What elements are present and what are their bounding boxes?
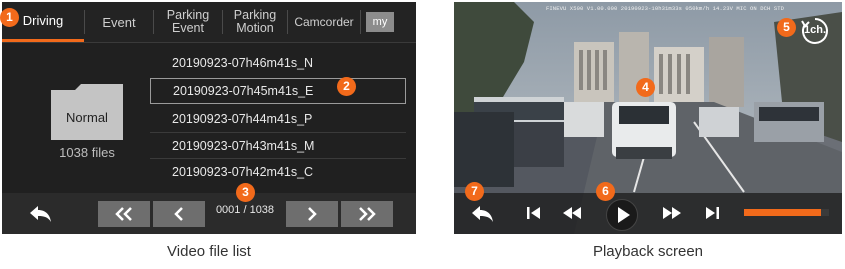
tab-parking-motion[interactable]: Parking Motion (223, 2, 287, 42)
double-chevron-left-icon (115, 207, 132, 221)
page-first-button[interactable] (98, 201, 150, 227)
tab-event[interactable]: Event (85, 2, 153, 42)
folder-label: Normal (66, 110, 108, 125)
callout-marker-1: 1 (0, 8, 19, 27)
page-counter: 0001 / 1038 (215, 204, 275, 216)
file-item[interactable]: 20190923-07h42m41s_C (150, 158, 406, 184)
caption-file-list: Video file list (167, 243, 251, 260)
callout-marker-6: 6 (596, 182, 615, 201)
playback-progress-fill (744, 209, 821, 216)
video-file-list-screen: Driving Event Parking Event Parking Moti… (2, 2, 416, 234)
channel-label: 1ch. (803, 24, 826, 36)
file-item[interactable]: 20190923-07h46m41s_N (150, 50, 406, 76)
skip-next-icon (706, 207, 719, 219)
file-item-selected[interactable]: 20190923-07h45m41s_E (150, 78, 406, 104)
play-button[interactable] (606, 199, 638, 231)
page-prev-button[interactable] (153, 201, 205, 227)
callout-marker-4: 4 (636, 78, 655, 97)
skip-previous-button[interactable] (526, 206, 542, 220)
double-chevron-right-icon (359, 207, 376, 221)
folder-file-count: 1038 files (59, 145, 115, 160)
callout-marker-5: 5 (777, 18, 796, 37)
back-arrow-icon (30, 206, 51, 222)
callout-marker-3: 3 (236, 183, 255, 202)
chevron-right-icon (308, 207, 317, 221)
recording-info-overlay: FINEVU X500 V1.00.000 20190923-10h31m33s… (546, 5, 785, 12)
caption-playback: Playback screen (592, 243, 704, 260)
tab-camcorder[interactable]: Camcorder (288, 2, 360, 42)
tab-divider (360, 10, 361, 34)
back-arrow-icon (472, 206, 493, 222)
file-item[interactable]: 20190923-07h43m41s_M (150, 132, 406, 158)
folder-normal[interactable]: Normal (49, 82, 125, 142)
fast-forward-icon (663, 207, 681, 219)
callout-marker-7: 7 (465, 182, 484, 201)
skip-next-button[interactable] (704, 206, 720, 220)
channel-switch-button[interactable]: 1ch. (800, 16, 830, 46)
tab-bar: Driving Event Parking Event Parking Moti… (2, 2, 416, 43)
rewind-icon (563, 207, 581, 219)
fast-forward-button[interactable] (662, 206, 682, 220)
back-button[interactable] (28, 202, 54, 226)
callout-marker-2: 2 (337, 77, 356, 96)
page-last-button[interactable] (341, 201, 393, 227)
play-icon (618, 207, 630, 223)
page-next-button[interactable] (286, 201, 338, 227)
chevron-left-icon (174, 207, 183, 221)
tab-parking-event[interactable]: Parking Event (154, 2, 222, 42)
rewind-button[interactable] (562, 206, 582, 220)
tab-my[interactable]: my (366, 12, 394, 32)
file-item[interactable]: 20190923-07h44m41s_P (150, 106, 406, 132)
skip-previous-icon (527, 207, 540, 219)
playback-back-button[interactable] (470, 202, 496, 226)
